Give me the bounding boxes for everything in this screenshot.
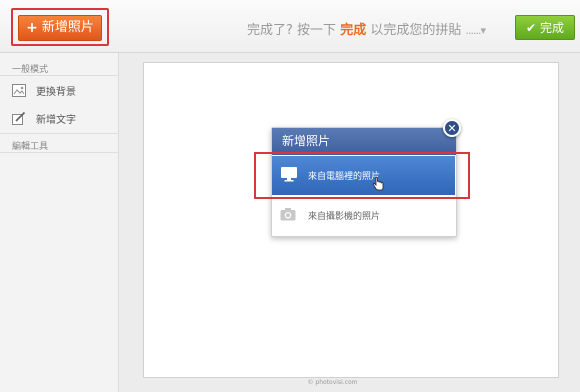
hand-cursor-icon	[372, 176, 384, 195]
hint-suffix: 以完成您的拼貼	[370, 23, 462, 38]
divider	[0, 152, 118, 153]
top-toolbar: + 新增照片 完成了? 按一下 完成 以完成您的拼貼 ......▾ ✔ 完成	[0, 0, 580, 53]
annotation-highlight-box	[254, 152, 470, 199]
sidebar-item-add-text[interactable]: 新增文字	[12, 109, 76, 127]
image-icon	[12, 83, 26, 97]
option-label: 來自攝影機的照片	[308, 211, 381, 222]
edit-pencil-icon	[12, 111, 26, 125]
sidebar-section-general: 一般模式	[12, 65, 49, 75]
hint-prefix: 完成了? 按一下	[247, 23, 337, 38]
add-photo-button[interactable]: + 新增照片	[18, 15, 102, 41]
done-label: 完成	[540, 21, 565, 35]
done-button[interactable]: ✔ 完成	[515, 15, 575, 40]
sidebar-item-label: 更換背景	[36, 86, 76, 98]
sidebar-section-edit-tools: 編輯工具	[12, 142, 49, 152]
photo-from-camera-option[interactable]: 來自攝影機的照片	[272, 198, 455, 232]
add-photo-label: 新增照片	[41, 20, 94, 35]
hint-dots: ......▾	[465, 24, 486, 37]
sidebar-item-label: 新增文字	[36, 114, 76, 126]
camera-icon	[280, 207, 296, 224]
sidebar-item-change-background[interactable]: 更換背景	[12, 81, 76, 99]
dialog-title: 新增照片	[272, 128, 456, 155]
checkmark-icon: ✔	[525, 20, 537, 35]
plus-icon: +	[26, 20, 38, 36]
watermark: © photovisi.com	[307, 379, 358, 386]
divider	[0, 75, 118, 76]
close-icon[interactable]: ✕	[443, 119, 461, 137]
divider	[0, 133, 118, 134]
hint-emphasis: 完成	[340, 23, 367, 38]
sidebar: 一般模式 更換背景 新增文字 編輯工具	[0, 53, 119, 392]
completion-hint: 完成了? 按一下 完成 以完成您的拼貼 ......▾	[247, 19, 486, 38]
